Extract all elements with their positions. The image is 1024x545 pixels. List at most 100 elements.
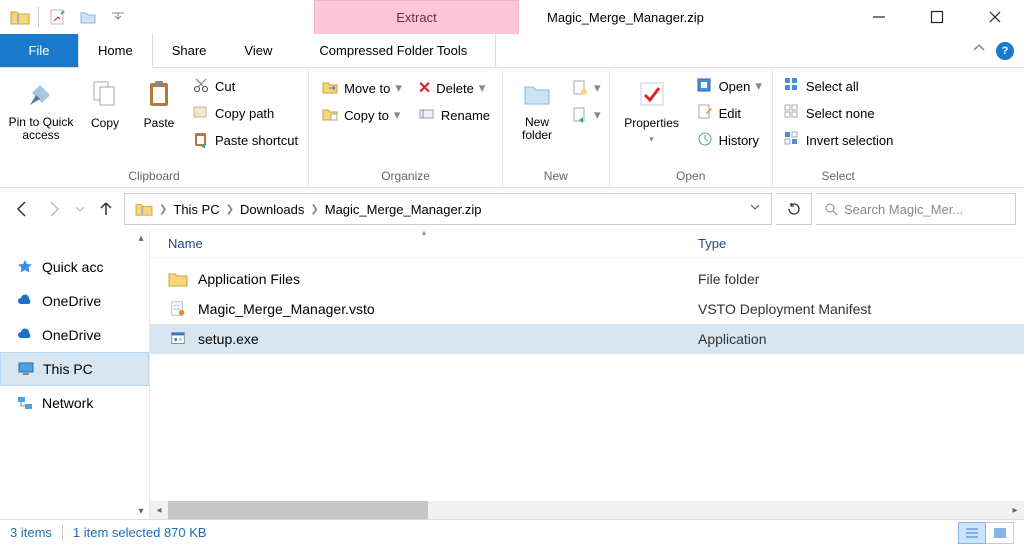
new-folder-qat-icon[interactable] [77,6,99,28]
new-folder-button[interactable]: New folder [509,72,565,146]
maximize-button[interactable] [908,0,966,34]
pin-to-quick-access-button[interactable]: Pin to Quick access [6,72,76,146]
open-button[interactable]: Open ▾ [696,74,762,98]
rename-button[interactable]: Rename [418,103,490,127]
cut-button[interactable]: Cut [192,74,298,98]
chevron-down-icon: ▾ [594,80,601,96]
cloud-icon [16,326,34,344]
copy-path-button[interactable]: ··· Copy path [192,101,298,125]
details-view-toggle[interactable] [958,522,986,544]
select-none-label: Select none [806,106,875,121]
quick-access-toolbar [0,0,139,34]
chevron-down-icon: ▾ [755,78,762,94]
breadcrumb-downloads[interactable]: Downloads [234,194,310,224]
column-header-name[interactable]: Name [168,236,698,251]
new-group-label: New [509,167,603,185]
delete-button[interactable]: ✕ Delete ▾ [418,76,490,100]
scrollbar-track[interactable] [168,501,1006,519]
nav-back-button[interactable] [8,195,36,223]
new-item-button[interactable]: ▾ [571,76,601,100]
nav-scroll-down-icon[interactable]: ▾ [133,503,149,519]
thumbnails-view-toggle[interactable] [986,522,1014,544]
edit-label: Edit [719,106,741,121]
extract-context-tab[interactable]: Extract [314,0,519,34]
chevron-right-icon[interactable]: ❯ [159,204,167,215]
tab-home[interactable]: Home [78,34,153,68]
copy-button[interactable]: Copy [80,72,130,134]
history-button[interactable]: History [696,128,762,152]
breadcrumb-zip-icon[interactable] [129,194,159,224]
content-pane: ▴ Name Type Application Files File folde… [150,230,1024,519]
close-button[interactable] [966,0,1024,34]
select-all-button[interactable]: Select all [783,74,893,98]
address-dropdown-icon[interactable] [749,200,767,218]
chevron-down-icon: ▾ [479,80,486,96]
paste-shortcut-button[interactable]: Paste shortcut [192,128,298,152]
ribbon-group-new: New folder ▾ ▾ New [503,68,610,187]
nav-recent-dropdown[interactable] [72,195,88,223]
zip-folder-icon [10,8,30,26]
tab-file[interactable]: File [0,34,78,67]
tab-compressed-folder-tools[interactable]: Compressed Folder Tools [291,34,496,67]
move-to-label: Move to [344,81,390,96]
breadcrumb-this-pc[interactable]: This PC [167,194,225,224]
paste-label: Paste [144,116,175,130]
qat-customize-icon[interactable] [107,6,129,28]
file-row[interactable]: Magic_Merge_Manager.vsto VSTO Deployment… [150,294,1024,324]
copy-to-label: Copy to [344,108,389,123]
file-row[interactable]: setup.exe Application [150,324,1024,354]
move-to-button[interactable]: Move to ▾ [321,76,402,100]
horizontal-scrollbar[interactable]: ◂ ▸ [150,501,1024,519]
invert-selection-button[interactable]: Invert selection [783,128,893,152]
chevron-down-icon: ▾ [394,107,401,123]
copy-to-button[interactable]: Copy to ▾ [321,103,402,127]
nav-quick-access[interactable]: Quick acc [0,250,149,284]
nav-label: This PC [43,361,93,377]
copy-path-label: Copy path [215,106,274,121]
help-icon[interactable]: ? [996,42,1014,60]
chevron-right-icon[interactable]: ❯ [310,204,318,215]
window-title: Magic_Merge_Manager.zip [519,0,850,34]
cut-label: Cut [215,79,235,94]
address-bar[interactable]: ❯ This PC ❯ Downloads ❯ Magic_Merge_Mana… [124,193,772,225]
scrollbar-thumb[interactable] [168,501,428,519]
paste-shortcut-icon [192,130,210,151]
nav-this-pc[interactable]: This PC [0,352,149,386]
easy-access-button[interactable]: ▾ [571,103,601,127]
select-none-button[interactable]: Select none [783,101,893,125]
status-separator [62,525,63,541]
properties-icon[interactable] [47,6,69,28]
paste-shortcut-label: Paste shortcut [215,133,298,148]
tab-view[interactable]: View [225,34,291,67]
minimize-button[interactable] [850,0,908,34]
file-row[interactable]: Application Files File folder [150,264,1024,294]
properties-label: Properties [624,116,679,130]
tab-share[interactable]: Share [153,34,226,67]
scroll-left-icon[interactable]: ◂ [150,501,168,519]
paste-button[interactable]: Paste [134,72,184,134]
scroll-right-icon[interactable]: ▸ [1006,501,1024,519]
titlebar: Extract Magic_Merge_Manager.zip [0,0,1024,34]
cloud-icon [16,292,34,310]
nav-network[interactable]: Network [0,386,149,420]
nav-up-button[interactable] [92,195,120,223]
nav-forward-button[interactable] [40,195,68,223]
nav-onedrive[interactable]: OneDrive [0,318,149,352]
copy-icon [91,76,119,112]
file-name: Magic_Merge_Manager.vsto [198,301,375,317]
properties-button[interactable]: Properties ▾ [616,72,688,149]
copy-path-icon: ··· [192,103,210,124]
collapse-ribbon-icon[interactable] [972,41,986,60]
nav-onedrive[interactable]: OneDrive [0,284,149,318]
edit-button[interactable]: Edit [696,101,762,125]
refresh-button[interactable] [776,193,812,225]
breadcrumb-zipfile[interactable]: Magic_Merge_Manager.zip [319,194,488,224]
chevron-down-icon: ▾ [395,80,402,96]
chevron-right-icon[interactable]: ❯ [226,204,234,215]
column-header-type[interactable]: Type [698,236,1006,251]
open-icon [696,76,714,97]
sort-indicator-icon: ▴ [422,230,426,237]
nav-scroll-up-icon[interactable]: ▴ [133,230,149,246]
search-input[interactable]: Search Magic_Mer... [816,193,1016,225]
select-group-label: Select [779,167,897,185]
